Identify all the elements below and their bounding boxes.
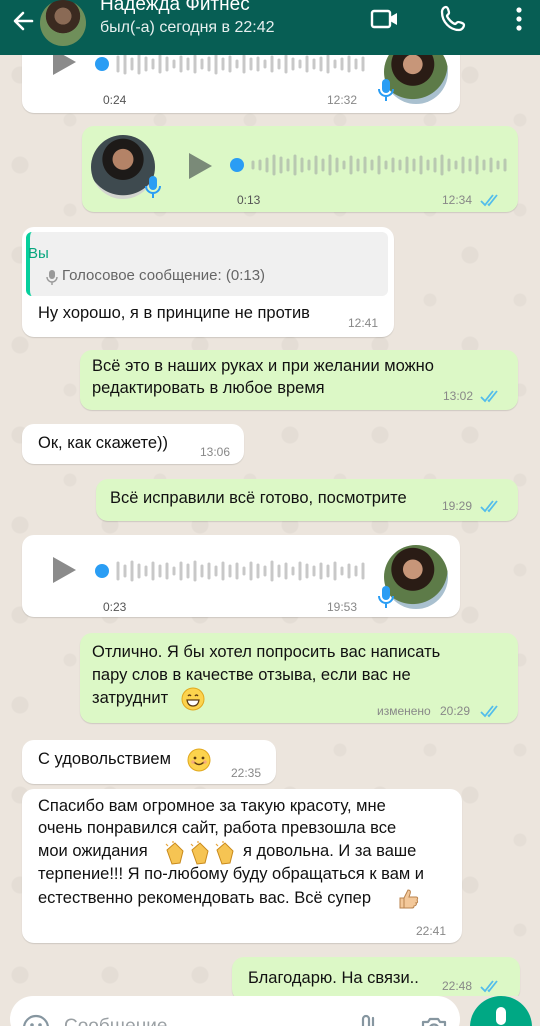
- message-time: 20:29: [440, 704, 471, 718]
- voice-waveform[interactable]: [94, 556, 374, 586]
- chat-header: Надежда Фитнес был(-а) сегодня в 22:42: [0, 0, 540, 55]
- quote-author: Вы: [28, 245, 49, 262]
- message-time: 12:41: [348, 316, 379, 330]
- voice-waveform[interactable]: [94, 55, 374, 79]
- message-input[interactable]: [64, 1012, 324, 1026]
- message-time: 22:48: [442, 979, 473, 993]
- message-text: Ок, как скажете)): [38, 434, 168, 452]
- voice-duration: 0:24: [103, 93, 127, 107]
- message-text: С удовольствием: [38, 750, 171, 768]
- read-receipt-icon: [480, 390, 498, 403]
- voice-duration: 0:23: [103, 600, 127, 614]
- video-call-icon[interactable]: [370, 4, 400, 34]
- message-time: 12:32: [327, 93, 358, 107]
- thumbs-up-emoji-icon: [399, 889, 419, 909]
- more-options-icon[interactable]: [504, 4, 534, 34]
- microphone-icon: [496, 1007, 506, 1025]
- attach-icon[interactable]: [358, 1012, 380, 1026]
- read-receipt-icon: [480, 500, 498, 513]
- quoted-message[interactable]: [26, 232, 388, 296]
- quote-text: Голосовое сообщение: (0:13): [62, 267, 266, 284]
- voice-record-button[interactable]: [470, 996, 532, 1026]
- microphone-icon: [145, 176, 161, 198]
- message-text-line: терпение!!! Я по-любому буду обращаться …: [38, 865, 425, 883]
- play-icon[interactable]: [186, 151, 214, 181]
- voice-waveform[interactable]: [229, 150, 519, 180]
- play-icon[interactable]: [50, 55, 78, 77]
- message-text-line: редактировать в любое время: [92, 379, 325, 397]
- microphone-icon: [378, 79, 394, 101]
- microphone-icon: [46, 270, 58, 285]
- grinning-face-emoji-icon: [181, 687, 205, 711]
- message-text-line: затруднит: [92, 689, 169, 707]
- microphone-icon: [378, 586, 394, 608]
- message-time: 12:34: [442, 193, 473, 207]
- last-seen-status: был(-а) сегодня в 22:42: [100, 19, 275, 36]
- message-text: Благодарю. На связи..: [248, 969, 419, 987]
- message-time: 22:35: [231, 766, 262, 780]
- message-text: Всё исправили всё готово, посмотрите: [110, 489, 407, 507]
- read-receipt-icon: [480, 194, 498, 207]
- read-receipt-icon: [480, 705, 498, 718]
- contact-name[interactable]: Надежда Фитнес: [100, 0, 250, 16]
- chat-messages-area[interactable]: 0:24 12:32 0:13 12:34 Вы Голосовое сообщ…: [0, 55, 540, 996]
- message-text-line: естественно рекомендовать вас. Всё супер: [38, 889, 372, 907]
- contact-avatar[interactable]: [40, 0, 86, 46]
- back-arrow-icon[interactable]: [8, 6, 38, 36]
- play-icon[interactable]: [50, 555, 78, 585]
- emoji-picker-icon[interactable]: [22, 1014, 50, 1026]
- message-time: 19:53: [327, 600, 358, 614]
- message-time: 13:02: [443, 389, 474, 403]
- camera-icon[interactable]: [420, 1014, 448, 1026]
- edited-label: изменено: [377, 704, 431, 718]
- message-time: 19:29: [442, 499, 473, 513]
- voice-duration: 0:13: [237, 193, 261, 207]
- message-time: 22:41: [416, 924, 447, 938]
- message-time: 13:06: [200, 445, 231, 459]
- message-text: Ну хорошо, я в принципе не против: [38, 304, 310, 322]
- smiling-face-emoji-icon: [187, 748, 211, 772]
- read-receipt-icon: [480, 980, 498, 993]
- phone-icon[interactable]: [438, 4, 468, 34]
